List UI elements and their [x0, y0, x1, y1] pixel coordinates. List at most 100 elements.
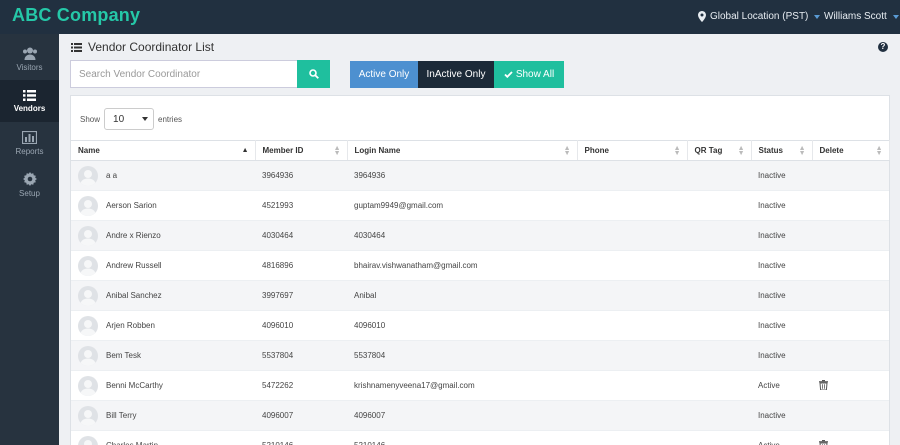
sidebar-item-setup[interactable]: Setup: [0, 164, 59, 206]
cell-login-name: 4096010: [347, 310, 577, 341]
main-content: Vendor Coordinator List ? Search Vendor …: [59, 34, 900, 445]
table-row[interactable]: Anibal Sanchez 3997697 Anibal Inactive: [71, 280, 889, 311]
column-header-phone[interactable]: Phone ▲ ▼: [577, 140, 688, 161]
cell-delete: [812, 430, 889, 445]
vendor-name[interactable]: Anibal Sanchez: [106, 291, 162, 300]
delete-button[interactable]: [819, 379, 828, 392]
cell-name: Bem Tesk: [71, 340, 255, 371]
user-name: Williams Scott: [824, 11, 887, 22]
column-header-qr-tag[interactable]: QR Tag ▲ ▼: [687, 140, 752, 161]
table-row[interactable]: Aerson Sarion 4521993 guptam9949@gmail.com…: [71, 190, 889, 221]
cell-phone: [577, 310, 687, 341]
table-row[interactable]: Andrew Russell 4816896 bhairav.vishwanatha…: [71, 250, 889, 281]
table-row[interactable]: Bill Terry 4096007 4096007 Inactive: [71, 400, 889, 431]
column-header-status[interactable]: Status ▲ ▼: [751, 140, 813, 161]
cell-login-name: guptam9949@gmail.com: [347, 190, 577, 221]
vendor-name[interactable]: a a: [106, 171, 117, 180]
cell-status: Inactive: [751, 340, 812, 371]
entries-label: entries: [158, 114, 183, 124]
user-avatar-icon: [84, 439, 92, 445]
cell-member-id: 4030464: [255, 220, 347, 251]
vendor-name[interactable]: Andrew Russell: [106, 261, 162, 270]
cell-member-id: 3964936: [255, 160, 347, 191]
chevron-down-icon: [892, 14, 899, 19]
cell-name: Aerson Sarion: [71, 190, 255, 221]
filter-inactive-only-button[interactable]: InActive Only: [418, 61, 494, 88]
cell-qr-tag: [687, 430, 751, 445]
name-with-avatar: Charles Martin: [78, 435, 248, 445]
vendor-name[interactable]: Aerson Sarion: [106, 201, 157, 210]
search-input[interactable]: Search Vendor Coordinator: [70, 60, 297, 88]
vendor-name[interactable]: Benni McCarthy: [106, 381, 163, 390]
list-icon: [23, 89, 36, 101]
vendor-name[interactable]: Andre x Rienzo: [106, 231, 161, 240]
column-header-delete[interactable]: Delete ▲ ▼: [812, 140, 890, 161]
table-row[interactable]: Benni McCarthy 5472262 krishnamenyveena17@…: [71, 370, 889, 401]
user-avatar-icon: [80, 349, 96, 366]
vendor-name[interactable]: Bem Tesk: [106, 351, 141, 360]
chevron-down-icon: [814, 14, 821, 19]
sidebar-item-visitors[interactable]: Visitors: [0, 38, 59, 80]
table-row[interactable]: Andre x Rienzo 4030464 4030464 Inactive: [71, 220, 889, 251]
cell-login-name: 5210146: [347, 430, 577, 445]
show-label: Show: [80, 114, 101, 124]
sidebar-item-vendors[interactable]: Vendors: [0, 80, 59, 122]
cell-name: Charles Martin: [71, 430, 255, 445]
cell-delete: [812, 250, 889, 281]
cell-member-id: 4096010: [255, 310, 347, 341]
vendor-name[interactable]: Arjen Robben: [106, 321, 155, 330]
cell-name: a a: [71, 160, 255, 191]
table-header-row: Name ▲ Member ID ▲ ▼ Login Name ▲ ▼ Phone ▲ ▼ Q…: [71, 140, 890, 161]
cell-name: Anibal Sanchez: [71, 280, 255, 311]
location-selector[interactable]: Global Location (PST): [698, 11, 821, 22]
cell-delete: [812, 220, 889, 251]
cell-login-name: 4030464: [347, 220, 577, 251]
cell-phone: [577, 220, 687, 251]
filter-active-only-button[interactable]: Active Only: [350, 61, 418, 88]
user-menu[interactable]: Williams Scott: [824, 11, 899, 22]
cell-status: Inactive: [751, 250, 812, 281]
column-header-login-name[interactable]: Login Name ▲ ▼: [347, 140, 578, 161]
avatar: [78, 435, 98, 445]
table-row[interactable]: Bem Tesk 5537804 5537804 Inactive: [71, 340, 889, 371]
cell-name: Andrew Russell: [71, 250, 255, 281]
search-button[interactable]: [297, 60, 330, 88]
page-title: Vendor Coordinator List: [71, 40, 214, 54]
user-avatar-icon: [80, 259, 96, 276]
cell-status: Active: [751, 430, 812, 445]
cell-qr-tag: [687, 190, 751, 221]
sort-icon: ▲ ▼: [737, 145, 745, 157]
name-with-avatar: Bill Terry: [78, 405, 248, 426]
table-row[interactable]: Arjen Robben 4096010 4096010 Inactive: [71, 310, 889, 341]
name-with-avatar: Andrew Russell: [78, 255, 248, 276]
sort-icon: ▲ ▼: [798, 145, 806, 157]
vendor-name[interactable]: Charles Martin: [106, 441, 158, 445]
brand-logo[interactable]: ABC Company: [12, 5, 140, 26]
delete-button[interactable]: [819, 439, 828, 445]
chevron-down-icon: [142, 117, 149, 121]
avatar: [78, 345, 98, 366]
table-body: a a 3964936 3964936 Inactive Aerson Sarion 45…: [71, 160, 889, 445]
help-icon[interactable]: ?: [878, 42, 888, 52]
cell-name: Bill Terry: [71, 400, 255, 431]
cell-qr-tag: [687, 400, 751, 431]
cell-login-name: 3964936: [347, 160, 577, 191]
sort-icon: ▲ ▼: [875, 145, 883, 157]
gear-icon: [22, 172, 37, 186]
cell-member-id: 5472262: [255, 370, 347, 401]
filter-show-all-button[interactable]: Show All: [494, 61, 564, 88]
vendor-name[interactable]: Bill Terry: [106, 411, 137, 420]
column-header-member-id[interactable]: Member ID ▲ ▼: [255, 140, 348, 161]
avatar: [78, 315, 98, 336]
sidebar-item-reports[interactable]: Reports: [0, 122, 59, 164]
column-header-name[interactable]: Name ▲: [71, 140, 256, 161]
cell-phone: [577, 340, 687, 371]
avatar: [78, 405, 98, 426]
cell-qr-tag: [687, 310, 751, 341]
entries-select[interactable]: 10: [104, 108, 155, 130]
avatar: [78, 255, 98, 276]
table-row[interactable]: Charles Martin 52101465210146 Active: [71, 430, 889, 445]
table-row[interactable]: a a 3964936 3964936 Inactive: [71, 160, 889, 191]
cell-member-id: 4816896: [255, 250, 347, 281]
cell-delete: [812, 190, 889, 221]
